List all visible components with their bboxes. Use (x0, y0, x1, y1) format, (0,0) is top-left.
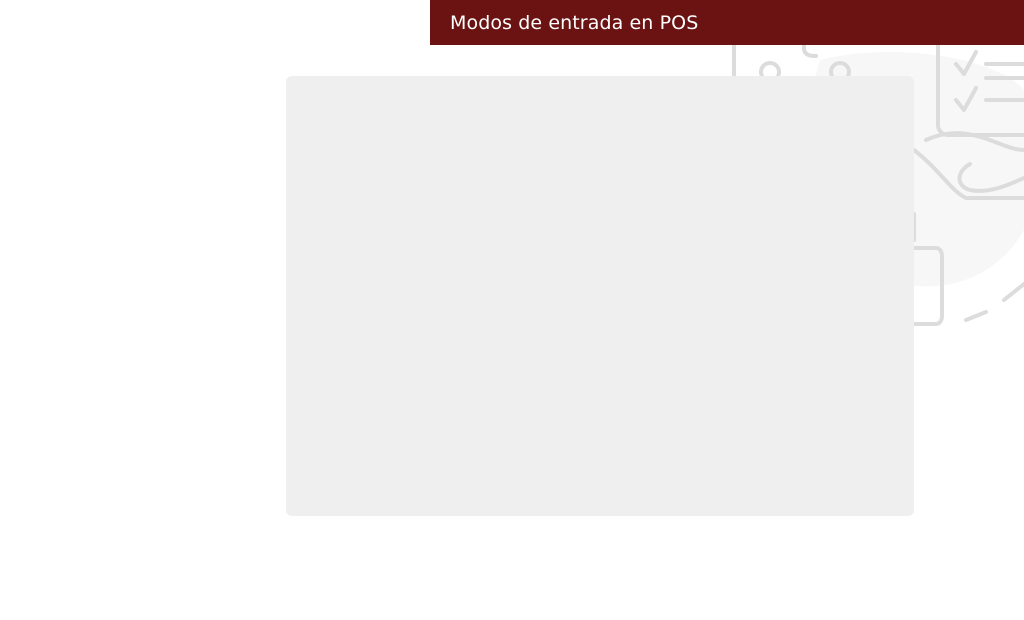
illustration-dash-2 (1002, 282, 1024, 302)
title-bar: Modos de entrada en POS (430, 0, 1024, 45)
illustration-dash-1 (964, 310, 988, 322)
page-stage: Modos de entrada en POS (0, 0, 1024, 620)
page-title: Modos de entrada en POS (450, 11, 699, 34)
content-panel (286, 76, 914, 516)
